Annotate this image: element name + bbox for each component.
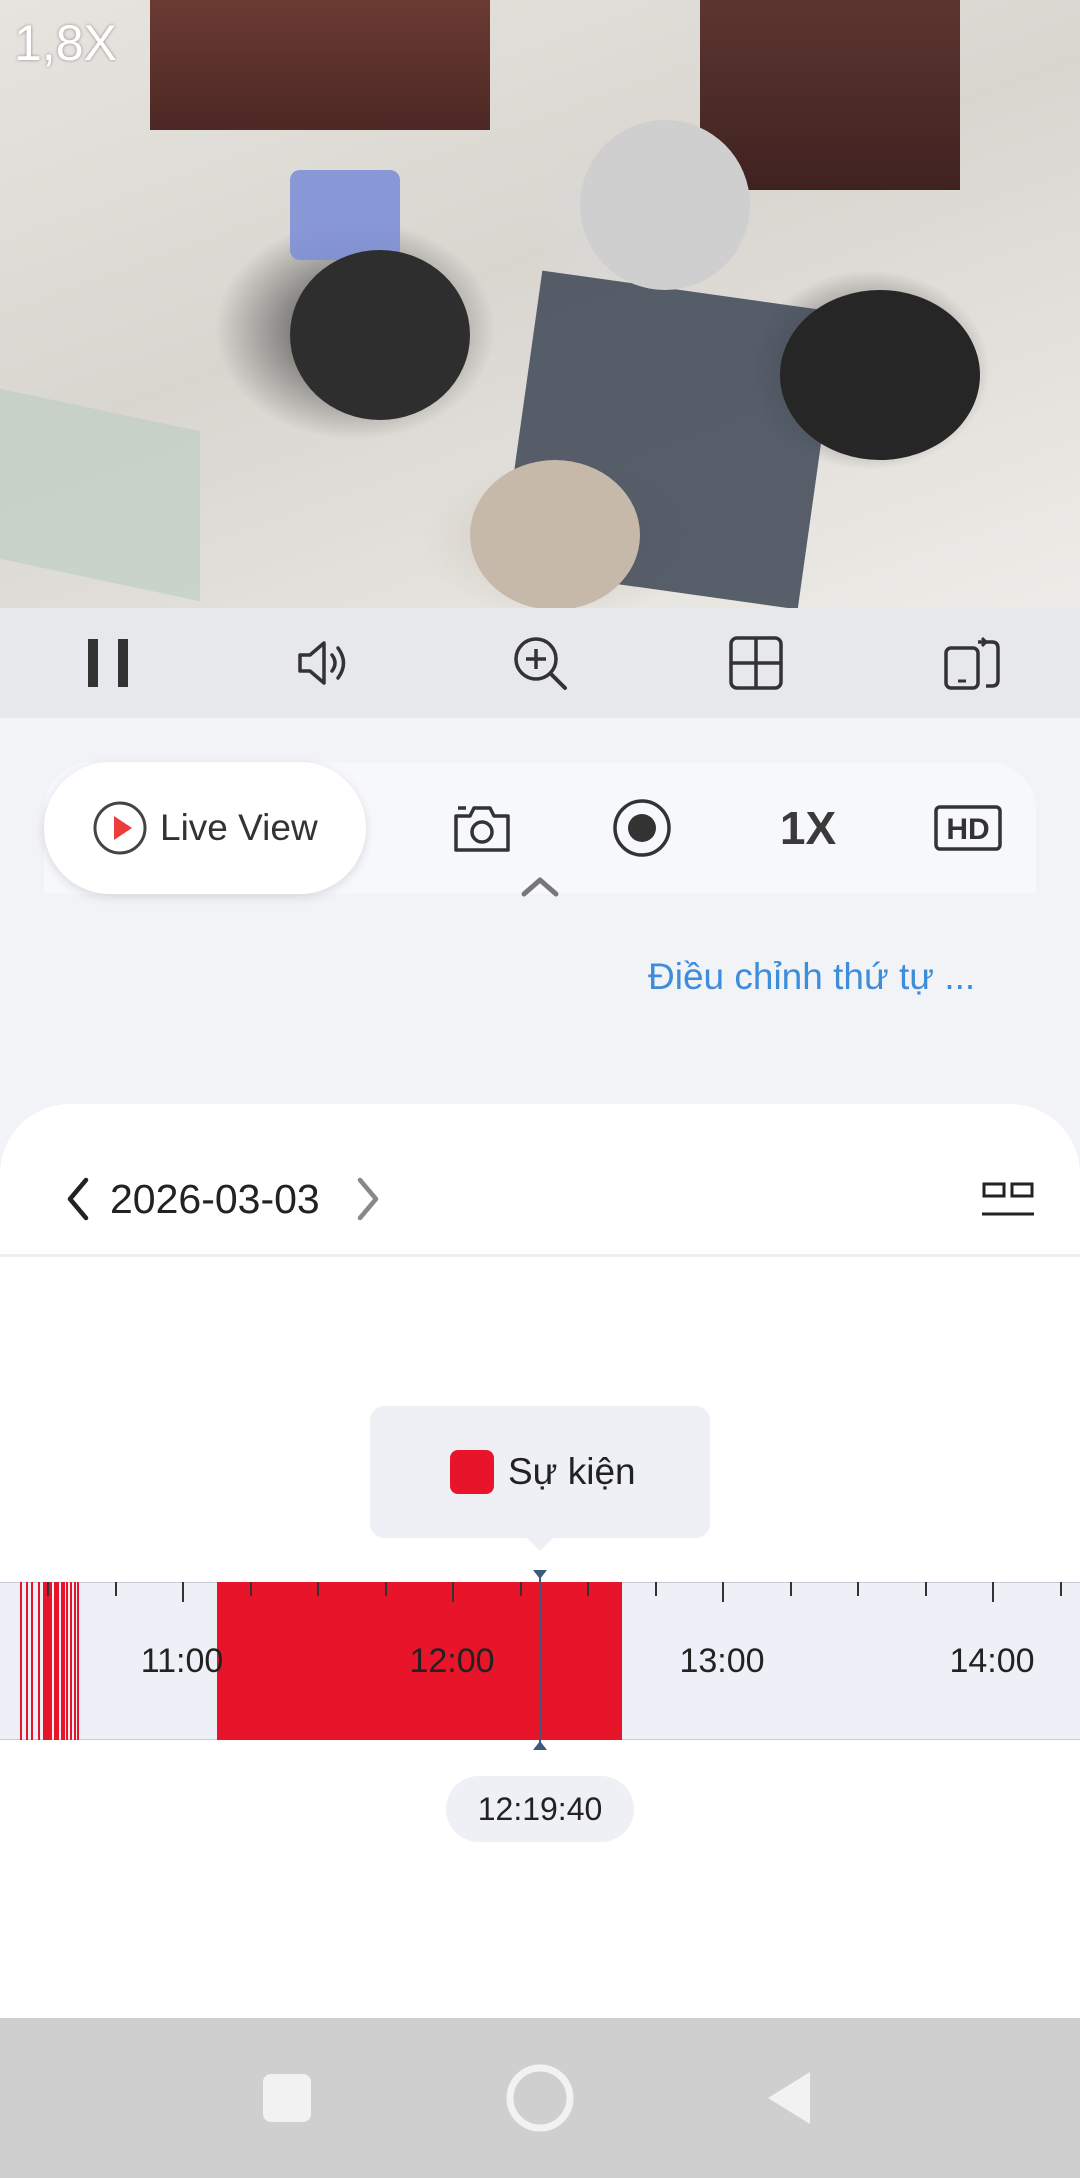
zoom-in-icon	[514, 637, 567, 690]
scene-person-top	[580, 120, 750, 290]
timeline-tick	[654, 1582, 657, 1596]
grid-layout-button[interactable]	[648, 608, 864, 718]
pause-icon	[88, 639, 128, 687]
timeline-event-segment[interactable]	[69, 1582, 72, 1740]
pause-button[interactable]	[0, 608, 216, 718]
timeline-event-segment[interactable]	[53, 1582, 56, 1740]
record-icon	[613, 799, 671, 857]
rotate-screen-icon	[944, 636, 1000, 690]
chevron-left-icon[interactable]	[60, 1174, 96, 1224]
timeline-tick	[519, 1582, 522, 1596]
timeline-event-segment[interactable]	[20, 1582, 22, 1740]
timeline-tick	[857, 1582, 859, 1596]
timeline-hour-label: 11:00	[140, 1642, 224, 1680]
chevron-up-icon	[521, 877, 559, 897]
timeline-event-segment[interactable]	[25, 1582, 28, 1740]
recent-apps-button[interactable]	[247, 2058, 327, 2138]
timeline-hour-label: 14:00	[949, 1642, 1035, 1680]
timeline-event-segment[interactable]	[38, 1582, 41, 1740]
home-icon	[506, 2064, 574, 2132]
camera-video-feed[interactable]: 1,8X	[0, 0, 1080, 608]
tooltip-arrow	[526, 1537, 554, 1551]
scene-cabinet	[150, 0, 490, 130]
live-view-button[interactable]: Live View	[44, 762, 366, 894]
timeline-tick	[452, 1582, 454, 1602]
timeline-event-segment[interactable]	[42, 1582, 53, 1740]
playback-speed-button[interactable]: 1X	[758, 790, 858, 866]
timeline-tick	[789, 1582, 792, 1596]
timeline-event-segment[interactable]	[56, 1582, 60, 1740]
timeline-tick	[249, 1582, 252, 1596]
hd-quality-label: HD	[946, 813, 989, 846]
volume-icon	[298, 641, 346, 685]
grid-icon	[729, 636, 783, 690]
selected-date[interactable]: 2026-03-03	[110, 1176, 320, 1223]
timeline-tick	[47, 1582, 49, 1596]
app-screen: 1,8X Live View 1X HD Điều chỉnh thứ tự .…	[0, 0, 1080, 2178]
timeline-event-segment[interactable]	[31, 1582, 34, 1740]
video-control-toolbar	[0, 608, 1080, 718]
timeline-tick	[384, 1582, 387, 1596]
scene-person-bottom	[470, 460, 640, 608]
rotate-screen-button[interactable]	[864, 608, 1080, 718]
timeline-cursor[interactable]	[539, 1572, 541, 1748]
record-button[interactable]	[604, 790, 680, 866]
zoom-level-label: 1,8X	[14, 15, 117, 71]
timeline-tick	[114, 1582, 117, 1596]
live-view-label: Live View	[160, 807, 318, 848]
divider	[0, 1254, 1080, 1257]
timeline-hour-label: 12:00	[409, 1642, 495, 1680]
chevron-right-icon[interactable]	[350, 1174, 386, 1224]
recent-apps-icon	[263, 2074, 311, 2122]
timeline-event-segment[interactable]	[63, 1582, 66, 1740]
timeline-event-segment[interactable]	[60, 1582, 63, 1740]
hd-quality-button[interactable]: HD	[918, 790, 1018, 866]
timeline-hour-label: 13:00	[679, 1642, 765, 1680]
event-color-swatch	[450, 1450, 494, 1494]
playback-speed-label: 1X	[779, 802, 837, 854]
home-button[interactable]	[500, 2058, 580, 2138]
volume-button[interactable]	[216, 608, 432, 718]
timeline-tick	[182, 1582, 184, 1602]
scene-person-right	[780, 290, 980, 460]
collapse-button[interactable]	[476, 840, 606, 925]
timeline-tick	[992, 1582, 994, 1602]
timeline-tick	[1059, 1582, 1062, 1596]
zoom-in-button[interactable]	[432, 608, 648, 718]
current-time-label: 12:19:40	[446, 1776, 634, 1842]
timeline-event-segment[interactable]	[66, 1582, 69, 1740]
adjust-order-link[interactable]: Điều chỉnh thứ tự ...	[648, 956, 975, 998]
scene-stool	[290, 170, 400, 260]
back-button[interactable]	[750, 2058, 830, 2138]
event-legend-label: Sự kiện	[508, 1451, 636, 1492]
timeline-tick	[924, 1582, 927, 1596]
timeline-tick	[587, 1582, 589, 1596]
view-mode-icon[interactable]	[980, 1180, 1036, 1220]
hd-quality-icon: HD	[934, 805, 1002, 851]
timeline-tick	[317, 1582, 319, 1596]
timeline-event-segment[interactable]	[77, 1582, 80, 1740]
scene-person-left	[290, 250, 470, 420]
scene-carpet	[0, 388, 200, 602]
scene-shelf	[700, 0, 960, 190]
timeline-cursor-bottom	[533, 1741, 547, 1750]
timeline-cursor-top	[533, 1570, 547, 1579]
play-circle-icon	[93, 801, 147, 855]
timeline-tick	[722, 1582, 724, 1602]
timeline-event-segment[interactable]	[74, 1582, 76, 1740]
event-legend-tooltip: Sự kiện	[370, 1406, 710, 1538]
system-nav-bar	[0, 2018, 1080, 2178]
back-icon	[768, 2072, 810, 2124]
